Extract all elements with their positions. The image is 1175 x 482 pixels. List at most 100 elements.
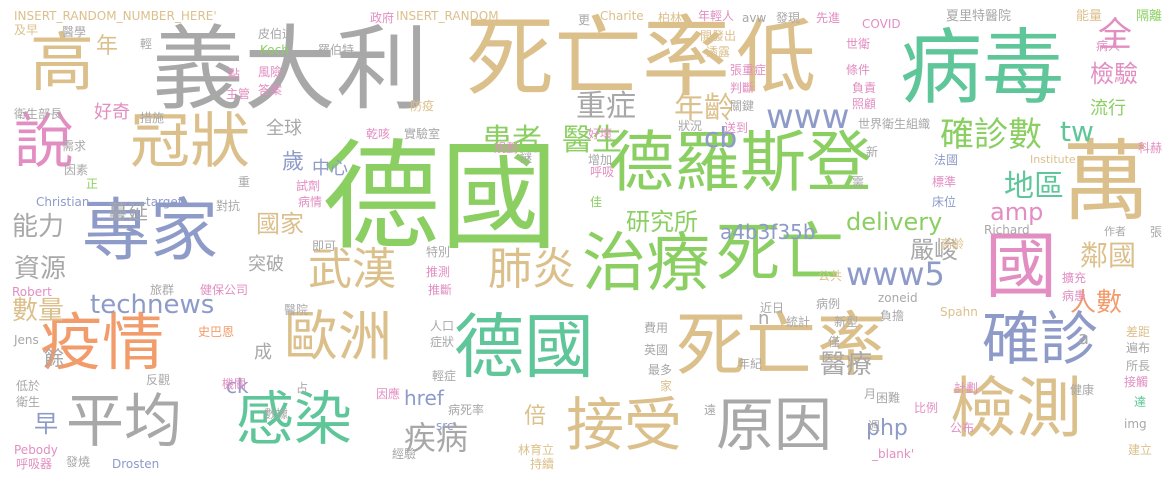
- cloud-word: 條件: [846, 63, 871, 77]
- cloud-word: 佳: [590, 195, 603, 209]
- cloud-word: 對抗: [216, 199, 241, 213]
- cloud-word: 遠: [704, 403, 717, 417]
- cloud-word: 人口: [430, 319, 455, 333]
- cloud-word: 家: [660, 379, 673, 393]
- cloud-word: 感染: [236, 385, 353, 453]
- cloud-word: 全球: [266, 118, 302, 139]
- cloud-word: 困難: [876, 391, 901, 405]
- cloud-word: 法國: [934, 153, 959, 167]
- cloud-word: 年輕人: [698, 9, 735, 23]
- cloud-word: Christian: [36, 195, 90, 209]
- cloud-word: 因素: [64, 163, 89, 177]
- cloud-word: 推測: [426, 265, 451, 279]
- cloud-word: 公共: [818, 269, 843, 283]
- cloud-word: 比例: [914, 401, 939, 415]
- cloud-word: Richard: [984, 223, 1030, 237]
- cloud-word: 林育立: [518, 443, 555, 457]
- cloud-word: 歲: [282, 150, 305, 175]
- cloud-word: 國家: [256, 210, 304, 238]
- cloud-word: 送到: [724, 121, 749, 135]
- cloud-word: 規劃: [494, 141, 519, 155]
- cloud-word: delivery: [846, 208, 943, 236]
- cloud-word: 開發出: [700, 29, 737, 43]
- cloud-word: 判斷: [730, 81, 755, 95]
- cloud-word: tw: [1060, 115, 1094, 148]
- cloud-word: 低於: [16, 379, 41, 393]
- cloud-word: 擴充: [1062, 271, 1087, 285]
- cloud-word: 科赫: [1138, 141, 1163, 155]
- cloud-word: 需求: [62, 139, 87, 153]
- cloud-word: 重: [238, 175, 251, 189]
- cloud-word: 症狀: [430, 335, 455, 349]
- cloud-word: 中心: [312, 158, 348, 179]
- cloud-word: 點: [228, 67, 241, 81]
- cloud-word: 世界衛生組織: [858, 117, 931, 131]
- cloud-word: Koch: [260, 43, 289, 57]
- cloud-word: 確診數: [940, 115, 1042, 155]
- cloud-word: 柏林: [658, 11, 683, 25]
- cloud-word: a: [1078, 328, 1090, 349]
- cloud-word: _blank': [872, 447, 915, 461]
- cloud-word: 健保公司: [200, 283, 249, 297]
- cloud-word: 數量: [12, 296, 65, 326]
- cloud-word: 病死率: [448, 403, 485, 417]
- cloud-word: 週: [868, 419, 881, 433]
- cloud-word: 主管: [226, 87, 251, 101]
- cloud-word: 英國: [644, 343, 669, 357]
- cloud-word: 高齡: [940, 237, 965, 251]
- cloud-word: 負擔: [880, 309, 905, 323]
- cloud-word: 遍布: [1126, 341, 1151, 355]
- cloud-word: 數據: [264, 407, 289, 421]
- cloud-word: Robert: [12, 285, 52, 299]
- cloud-word: zoneid: [878, 291, 918, 305]
- cloud-word: Drosten: [112, 457, 160, 471]
- cloud-word: 輕: [140, 37, 153, 51]
- cloud-word: 乾咳: [366, 127, 391, 141]
- cloud-word: 發燒: [66, 455, 91, 469]
- cloud-word: 國: [985, 224, 1058, 308]
- cloud-word: 平均: [66, 387, 183, 455]
- cloud-word: 達: [1134, 395, 1147, 409]
- cloud-word: 好壞: [588, 127, 613, 141]
- cloud-word: 及早: [14, 23, 39, 37]
- cloud-word: 能力: [12, 212, 65, 242]
- cloud-word: 肺炎: [488, 244, 576, 295]
- cloud-word: 更: [578, 13, 591, 27]
- cloud-word: 早: [34, 410, 58, 438]
- cloud-word: 衛生: [16, 395, 41, 409]
- cloud-word: 醫院: [284, 303, 309, 317]
- cloud-word: 建立: [1128, 443, 1153, 457]
- cloud-word: 增加: [588, 153, 613, 167]
- cloud-word: 所長: [1126, 359, 1151, 373]
- cloud-word: 風險: [258, 65, 283, 79]
- cloud-word: 隔離: [1136, 9, 1163, 24]
- cloud-word: Pebody: [14, 443, 58, 457]
- cloud-word: Institute: [1030, 153, 1076, 166]
- cloud-word: 防疫: [410, 99, 435, 113]
- cloud-word: a4b3f35b: [720, 220, 816, 244]
- cloud-word: COVID: [862, 17, 901, 31]
- cloud-word: 病患: [1062, 289, 1087, 303]
- cloud-word: n: [758, 308, 770, 329]
- cloud-word: 健康: [1070, 383, 1095, 397]
- cloud-word: 鄰國: [1080, 239, 1137, 272]
- cloud-word: 歐洲: [284, 305, 392, 368]
- cloud-word: 病毒: [900, 21, 1065, 116]
- cloud-word: 費用: [644, 321, 669, 335]
- cloud-word: 羅伯特: [318, 43, 355, 57]
- cloud-word: INSERT_RANDOM_NUMBER_HERE': [14, 9, 217, 23]
- cloud-word: 狀況: [678, 119, 703, 133]
- cloud-word: 治療: [582, 227, 710, 301]
- cloud-word: 政府: [370, 11, 395, 25]
- cloud-word: 新: [866, 145, 879, 159]
- cloud-word: 夏里特醫院: [946, 9, 1012, 24]
- word-cloud: 德國 義大利 死亡率 低 病毒 高 說 冠狀 德羅斯登 萬 專家 治療 死亡 國…: [0, 0, 1175, 482]
- cloud-word: 張: [1150, 225, 1163, 239]
- cloud-word: 答案: [258, 83, 283, 97]
- cloud-word: 德羅斯登: [608, 124, 872, 201]
- cloud-word: 實驗室: [404, 127, 441, 141]
- cloud-word: 因應: [376, 387, 401, 401]
- cloud-word: 發現: [776, 11, 801, 25]
- cloud-word: 先進: [816, 11, 841, 25]
- cloud-word: 德國: [454, 306, 594, 388]
